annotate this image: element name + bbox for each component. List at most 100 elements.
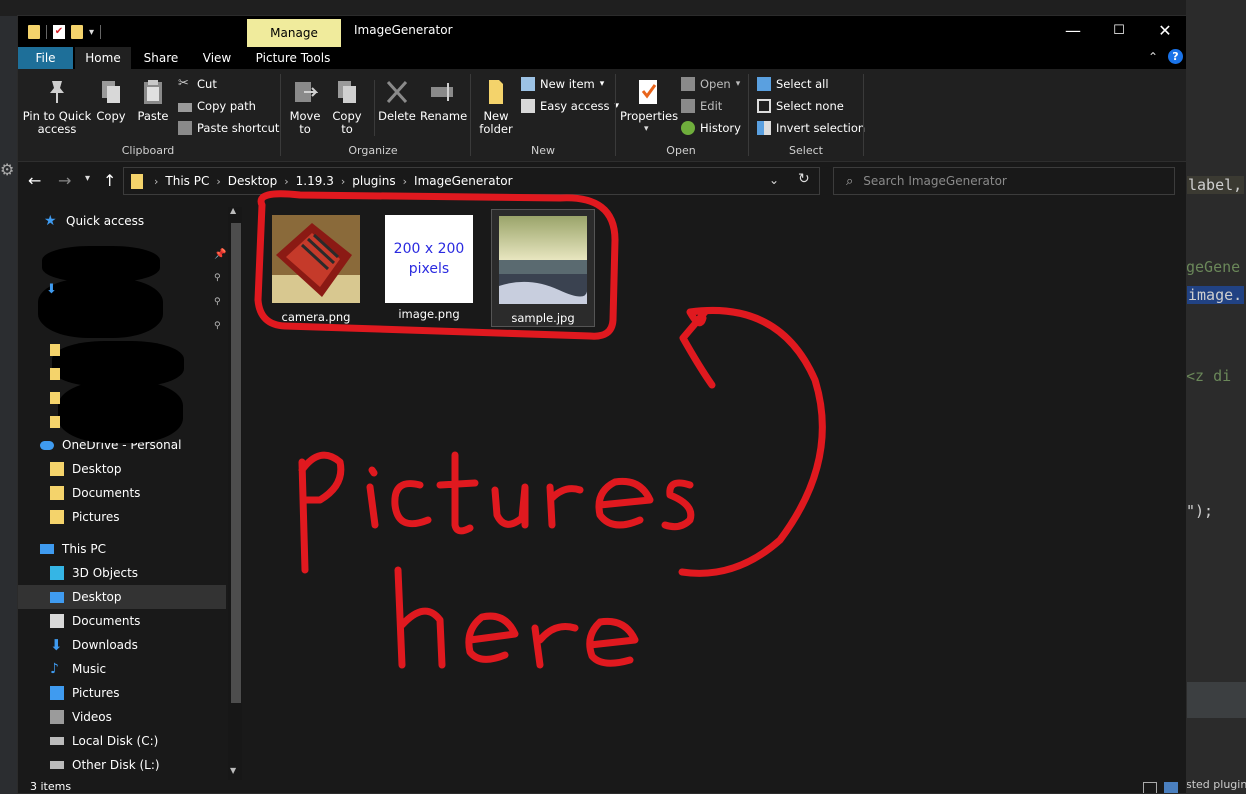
- customize-toolbar-icon[interactable]: ▾: [89, 27, 94, 38]
- rename-button[interactable]: Rename: [420, 78, 468, 123]
- chevron-right-icon[interactable]: ›: [154, 175, 158, 188]
- breadcrumb[interactable]: 1.19.3: [296, 174, 334, 188]
- recent-locations-icon[interactable]: ▾: [85, 173, 90, 184]
- sidebar-item-downloads[interactable]: ⬇ Downloads: [50, 633, 244, 657]
- sidebar-item-other-disk-l[interactable]: Other Disk (L:): [50, 753, 244, 777]
- select-none-button[interactable]: Select none: [757, 96, 844, 116]
- chevron-right-icon[interactable]: ›: [284, 175, 288, 188]
- pin-to-quick-access-button[interactable]: Pin to Quick access: [22, 78, 92, 136]
- tab-home[interactable]: Home: [75, 47, 131, 69]
- forward-arrow-icon[interactable]: →: [58, 171, 71, 190]
- sidebar-item-videos[interactable]: Videos: [50, 705, 244, 729]
- tab-picture-tools[interactable]: Picture Tools: [248, 47, 338, 69]
- copy-to-label: Copy to: [332, 109, 362, 136]
- tab-file[interactable]: File: [18, 47, 73, 69]
- sidebar-item-label: Documents: [72, 486, 141, 500]
- history-button[interactable]: History: [681, 118, 741, 138]
- new-item-button[interactable]: New item ▾: [521, 74, 604, 94]
- sidebar-item-label: Pictures: [72, 510, 120, 524]
- sidebar-item-quick-access[interactable]: ★ Quick access: [44, 209, 244, 233]
- breadcrumb[interactable]: Desktop: [228, 174, 278, 188]
- collapse-ribbon-icon[interactable]: ⌃: [1148, 50, 1158, 64]
- sidebar-item-pictures[interactable]: Pictures: [50, 681, 244, 705]
- cut-button[interactable]: ✂ Cut: [178, 74, 217, 94]
- folder-icon: [50, 462, 64, 476]
- pin-icon: ⚲: [214, 297, 221, 307]
- pin-icon: ⚲: [214, 273, 221, 283]
- search-box[interactable]: ⌕ Search ImageGenerator: [833, 167, 1175, 195]
- chevron-right-icon[interactable]: ›: [341, 175, 345, 188]
- search-input[interactable]: Search ImageGenerator: [863, 174, 1007, 188]
- new-folder-button[interactable]: New folder: [476, 78, 516, 136]
- breadcrumb[interactable]: ImageGenerator: [414, 174, 513, 188]
- address-bar[interactable]: › This PC › Desktop › 1.19.3 › plugins ›…: [123, 167, 820, 195]
- tab-share[interactable]: Share: [136, 47, 186, 69]
- up-arrow-icon[interactable]: ↑: [103, 171, 116, 190]
- scroll-up-icon[interactable]: ▲: [230, 206, 236, 215]
- minimize-button[interactable]: —: [1050, 16, 1096, 47]
- select-all-button[interactable]: Select all: [757, 74, 829, 94]
- properties-icon[interactable]: ✔: [53, 25, 65, 39]
- rename-label: Rename: [420, 109, 468, 123]
- camera-thumbnail: [272, 215, 360, 303]
- sidebar-item-local-disk-c[interactable]: Local Disk (C:): [50, 729, 244, 753]
- breadcrumb[interactable]: This PC: [165, 174, 209, 188]
- back-arrow-icon[interactable]: ←: [28, 171, 41, 190]
- ribbon-separator: [470, 74, 471, 156]
- open-label: Open: [700, 77, 731, 91]
- help-icon[interactable]: ?: [1168, 49, 1183, 64]
- chevron-right-icon[interactable]: ›: [216, 175, 220, 188]
- folder-icon[interactable]: [28, 25, 40, 39]
- nav-pane-scroll-thumb[interactable]: [231, 223, 241, 703]
- paste-button[interactable]: Paste: [136, 78, 170, 123]
- chevron-right-icon[interactable]: ›: [403, 175, 407, 188]
- chevron-down-icon[interactable]: ⌄: [769, 173, 779, 187]
- dropdown-arrow-icon: ▾: [599, 79, 605, 89]
- file-name: image.png: [398, 307, 460, 321]
- easy-access-icon: [521, 99, 535, 113]
- file-item-sample[interactable]: sample.jpg: [491, 209, 595, 327]
- code-line: geGene: [1186, 258, 1241, 276]
- file-item-image[interactable]: 200 x 200 pixels image.png: [377, 209, 481, 321]
- move-to-button[interactable]: Move to: [286, 78, 324, 136]
- properties-button[interactable]: Properties: [620, 78, 678, 123]
- sidebar-item-label: Documents: [72, 614, 141, 628]
- picture-icon: [50, 686, 64, 700]
- copy-path-button[interactable]: Copy path: [178, 96, 256, 116]
- breadcrumb[interactable]: plugins: [352, 174, 395, 188]
- file-item-camera[interactable]: camera.png: [264, 209, 368, 324]
- background-editor-toolbar: [0, 0, 1246, 16]
- edit-button[interactable]: Edit: [681, 96, 722, 116]
- scroll-down-icon[interactable]: ▼: [230, 766, 236, 775]
- paste-shortcut-button[interactable]: Paste shortcut: [178, 118, 279, 138]
- sidebar-item-music[interactable]: ♪ Music: [50, 657, 244, 681]
- manage-contextual-tab[interactable]: Manage: [247, 19, 341, 47]
- copy-to-button[interactable]: Copy to: [328, 78, 366, 136]
- close-button[interactable]: ✕: [1142, 16, 1186, 47]
- sidebar-item-3d-objects[interactable]: 3D Objects: [50, 561, 244, 585]
- copy-button[interactable]: Copy: [94, 78, 128, 123]
- delete-button[interactable]: Delete: [378, 78, 416, 123]
- download-arrow-icon: ⬇: [50, 636, 63, 654]
- scissors-icon: ✂: [178, 76, 189, 91]
- dropdown-arrow-icon[interactable]: ▾: [644, 124, 649, 134]
- details-view-icon[interactable]: [1143, 782, 1157, 793]
- select-none-label: Select none: [776, 99, 844, 113]
- title-bar: [18, 16, 1186, 47]
- sidebar-item-onedrive-desktop[interactable]: Desktop: [50, 457, 244, 481]
- large-icons-view-icon[interactable]: [1164, 782, 1178, 793]
- folder-icon: [50, 368, 60, 380]
- file-name: camera.png: [281, 310, 351, 324]
- tab-view[interactable]: View: [193, 47, 241, 69]
- sidebar-item-onedrive-pictures[interactable]: Pictures: [50, 505, 244, 529]
- invert-selection-button[interactable]: Invert selection: [757, 118, 865, 138]
- sidebar-item-documents[interactable]: Documents: [50, 609, 244, 633]
- easy-access-button[interactable]: Easy access ▾: [521, 96, 619, 116]
- sidebar-item-desktop[interactable]: Desktop: [18, 585, 226, 609]
- sidebar-item-this-pc[interactable]: This PC: [40, 537, 244, 561]
- sidebar-item-onedrive-documents[interactable]: Documents: [50, 481, 244, 505]
- new-folder-icon[interactable]: [71, 25, 83, 39]
- refresh-icon[interactable]: ↻: [798, 171, 810, 187]
- maximize-button[interactable]: ☐: [1096, 16, 1142, 47]
- open-button[interactable]: Open ▾: [681, 74, 740, 94]
